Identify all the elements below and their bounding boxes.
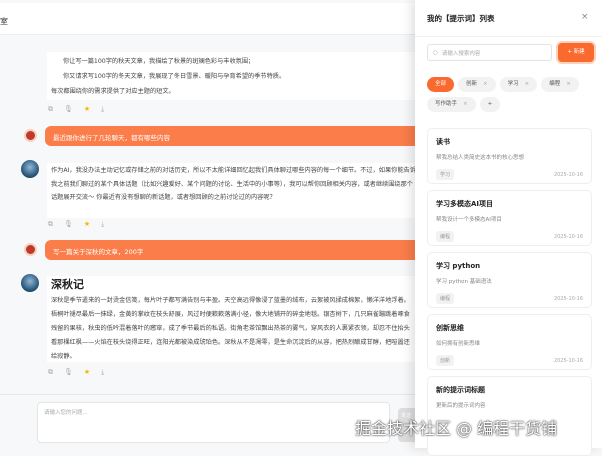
search-input[interactable]: ○ 请输入搜索内容 (427, 44, 552, 61)
prompt-card[interactable]: 学习多模态AI项目 帮我设计一个多模态AI项目 编程 2025-10-16 (427, 190, 592, 246)
ai-message: 深秋记 深秋是季节遣来的一封烫金信笺，每片叶子都写满告别与丰盈。天空高远得像浸了… (47, 276, 420, 362)
prompt-card[interactable]: 学习 python 学习 python 基础语法 编程 2025-10-16 (427, 252, 592, 308)
download-icon[interactable]: ⤓ (101, 220, 104, 229)
card-tag: 学习 (436, 169, 455, 180)
chat-area: 室 你让写一篇100字的秋天文章，我描绘了秋景的斑斓色彩与丰收氛围； 你又请求写… (0, 0, 420, 448)
tag-label: 创新 (466, 81, 478, 87)
ai-message: 作为AI，我没办法主动记忆或存储之前的对话历史，所以不太能详细回忆起我们具体聊过… (47, 163, 420, 218)
search-placeholder: 请输入搜索内容 (441, 50, 481, 57)
message-actions: ⧉ 🎙︎ ★ ⤓ (48, 368, 104, 377)
msg-line: 你又请求写100字的冬天文章，我展现了冬日雪景、暖阳与孕育希望的季节特质。 (63, 73, 286, 80)
tag-study[interactable]: 学习 × (499, 77, 538, 92)
copy-icon[interactable]: ⧉ (48, 105, 53, 114)
message-actions: ⧉ 🎙︎ ★ ⤓ (48, 105, 104, 114)
message-actions: ⧉ 🎙︎ ★ ⤓ (48, 220, 104, 229)
card-desc: 帮我总结人类简史这本书的核心思想 (436, 155, 525, 161)
tag-label: 写作助手 (435, 101, 458, 107)
add-tag-button[interactable]: + (479, 97, 501, 112)
star-icon[interactable]: ★ (84, 368, 90, 377)
card-title: 新的提示词标题 (436, 386, 485, 394)
divider (415, 36, 602, 37)
user-message: 最近跟你进行了几轮聊天，都有哪些内容 (45, 126, 420, 146)
tag-programming[interactable]: 编程 × (541, 77, 579, 92)
tag-label: 全部 (435, 81, 447, 87)
msg-line: 每次都围绕你的需求提供了对应主题的短文。 (51, 88, 175, 95)
user-avatar (24, 129, 37, 142)
user-avatar (24, 243, 37, 256)
close-icon[interactable]: × (525, 77, 530, 92)
card-title: 读书 (436, 138, 450, 146)
card-desc: 如何拥有创新思维 (436, 341, 481, 347)
download-icon[interactable]: ⤓ (101, 105, 104, 114)
ai-avatar (21, 160, 39, 178)
microphone-icon[interactable]: 🎙︎ (64, 105, 73, 114)
drawer-title: 我的【提示词】列表 (427, 14, 495, 23)
card-date: 2025-10-16 (553, 295, 583, 302)
article-body: 深秋是季节遣来的一封烫金信笺，每片叶子都写满告别与丰盈。天空高远得像浸了蓝墨的绒… (51, 297, 410, 360)
card-title: 创新思维 (436, 324, 464, 332)
prompt-card[interactable]: 读书 帮我总结人类简史这本书的核心思想 学习 2025-10-16 (427, 128, 592, 184)
tag-all[interactable]: 全部 (427, 77, 455, 92)
ai-avatar (21, 274, 39, 292)
download-icon[interactable]: ⤓ (101, 368, 104, 377)
card-desc: 更新后的提示词内容 (436, 403, 486, 409)
close-icon[interactable]: × (483, 77, 488, 92)
prompt-drawer: 我的【提示词】列表 × ○ 请输入搜索内容 + 新建 全部 创新 × 学习 × 编程… (415, 0, 602, 456)
user-message: 写一篇关于深秋的文章，200字 (45, 240, 420, 260)
card-tag: 编程 (436, 231, 455, 242)
copy-icon[interactable]: ⧉ (48, 220, 53, 229)
tag-label: 学习 (507, 81, 519, 87)
chat-title: 室 (0, 17, 8, 26)
card-date: 2025-10-16 (553, 171, 583, 178)
prompt-card[interactable]: 创新思维 如何拥有创新思维 创新 2025-10-16 (427, 314, 592, 370)
microphone-icon[interactable]: 🎙︎ (64, 220, 73, 229)
new-prompt-button[interactable]: + 新建 (558, 43, 594, 62)
card-desc: 学习 python 基础语法 (436, 279, 492, 285)
card-tag: 创新 (436, 355, 455, 366)
card-date: 2025-10-16 (553, 357, 583, 364)
close-icon[interactable]: × (463, 97, 468, 112)
microphone-icon[interactable]: 🎙︎ (64, 368, 73, 377)
ai-message: 你让写一篇100字的秋天文章，我描绘了秋景的斑斓色彩与丰收氛围； 你又请求写10… (47, 52, 420, 100)
copy-icon[interactable]: ⧉ (48, 368, 53, 377)
question-input[interactable]: 请输入您的问题... (37, 402, 390, 443)
input-placeholder: 请输入您的问题... (44, 410, 88, 416)
tag-label: 编程 (549, 81, 561, 87)
card-title: 学习多模态AI项目 (436, 200, 494, 208)
watermark: 掘金技术社区 @ 编程干货铺 (355, 419, 558, 438)
msg-line: 你让写一篇100字的秋天文章，我描绘了秋景的斑斓色彩与丰收氛围； (63, 58, 255, 65)
tag-innovation[interactable]: 创新 × (458, 77, 496, 92)
card-title: 学习 python (436, 262, 481, 270)
card-desc: 帮我设计一个多模态AI项目 (436, 217, 502, 223)
search-icon: ○ (433, 49, 438, 56)
article-title: 深秋记 (51, 278, 84, 291)
star-icon[interactable]: ★ (84, 220, 90, 229)
card-date: 2025-10-16 (553, 233, 583, 240)
close-icon[interactable]: × (566, 77, 571, 92)
card-tag: 编程 (436, 293, 455, 304)
plus-icon: + (487, 101, 493, 107)
tag-writing[interactable]: 写作助手 × (427, 97, 476, 112)
close-icon[interactable]: × (581, 12, 589, 22)
divider (0, 394, 420, 395)
chat-header: 室 (0, 3, 420, 35)
star-icon[interactable]: ★ (84, 105, 90, 114)
tag-list: 全部 创新 × 学习 × 编程 × 写作助手 × + (427, 77, 597, 112)
